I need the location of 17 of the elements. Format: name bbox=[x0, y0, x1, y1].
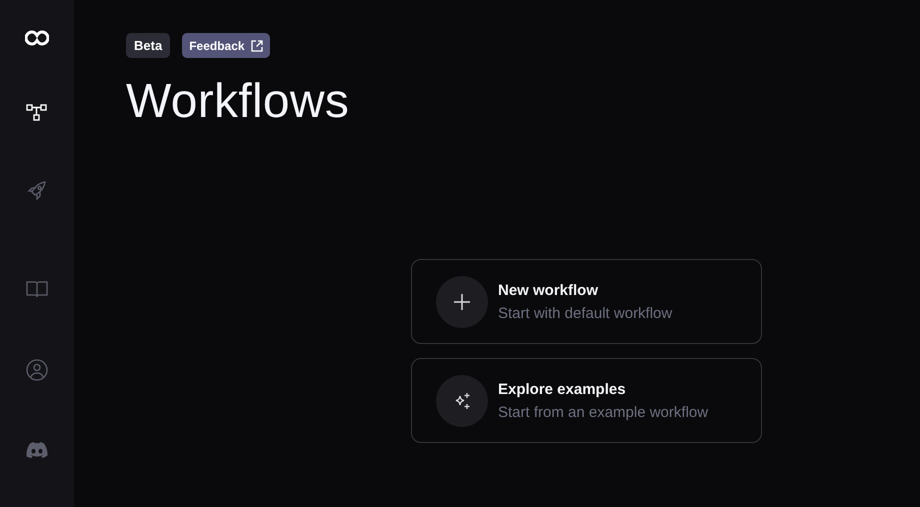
page-title: Workflows bbox=[126, 74, 350, 129]
user-icon[interactable] bbox=[26, 359, 48, 381]
flowchart-icon[interactable] bbox=[26, 104, 48, 122]
card-subtitle: Start with default workflow bbox=[498, 304, 672, 322]
feedback-button[interactable]: Feedback bbox=[182, 33, 270, 58]
card-title: New workflow bbox=[498, 282, 600, 298]
book-icon[interactable] bbox=[26, 280, 48, 298]
card-title: Explore examples bbox=[498, 380, 627, 398]
external-link-icon bbox=[250, 40, 263, 52]
explore-examples-card[interactable]: Explore examples Start from an example workflow bbox=[411, 358, 762, 443]
beta-badge: Beta bbox=[126, 33, 170, 58]
logo-icon[interactable] bbox=[25, 30, 49, 46]
plus-icon bbox=[452, 292, 472, 312]
card-subtitle: Start from an example workflow bbox=[498, 404, 708, 420]
rocket-icon[interactable] bbox=[26, 180, 48, 202]
new-workflow-card[interactable]: New workflow Start with default workflow bbox=[411, 259, 762, 344]
chat-icon[interactable] bbox=[26, 442, 48, 458]
